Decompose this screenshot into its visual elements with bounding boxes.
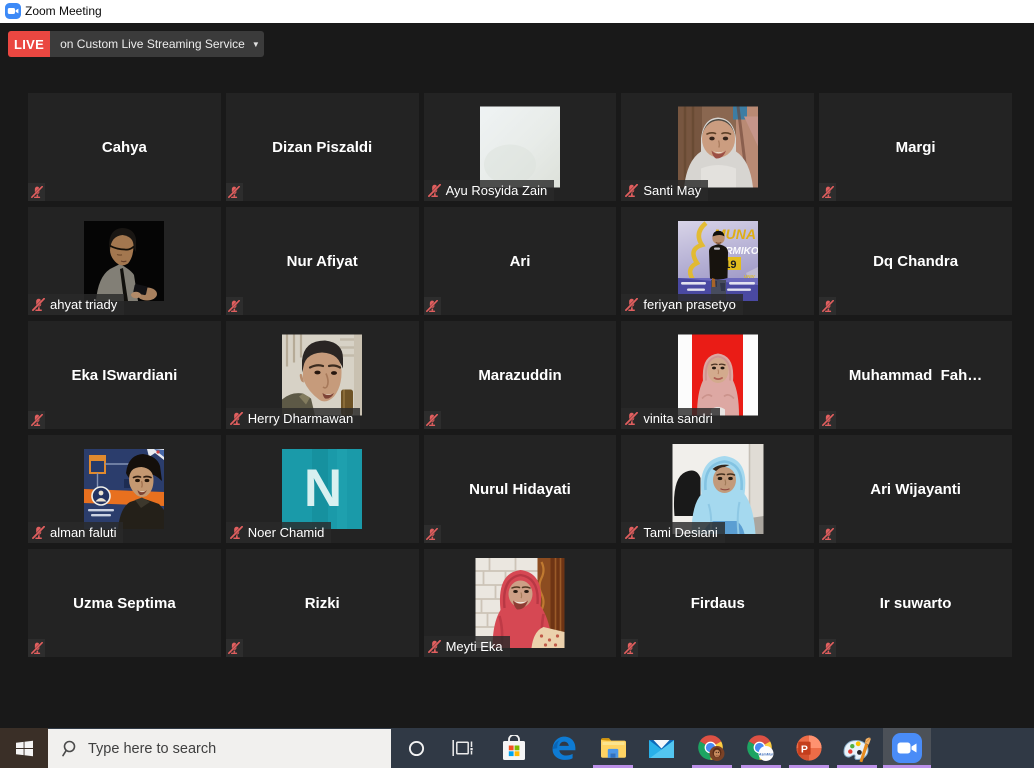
svg-text:N: N — [304, 459, 342, 518]
svg-text:AsmMur: AsmMur — [758, 752, 774, 756]
svg-text:P: P — [801, 743, 808, 755]
